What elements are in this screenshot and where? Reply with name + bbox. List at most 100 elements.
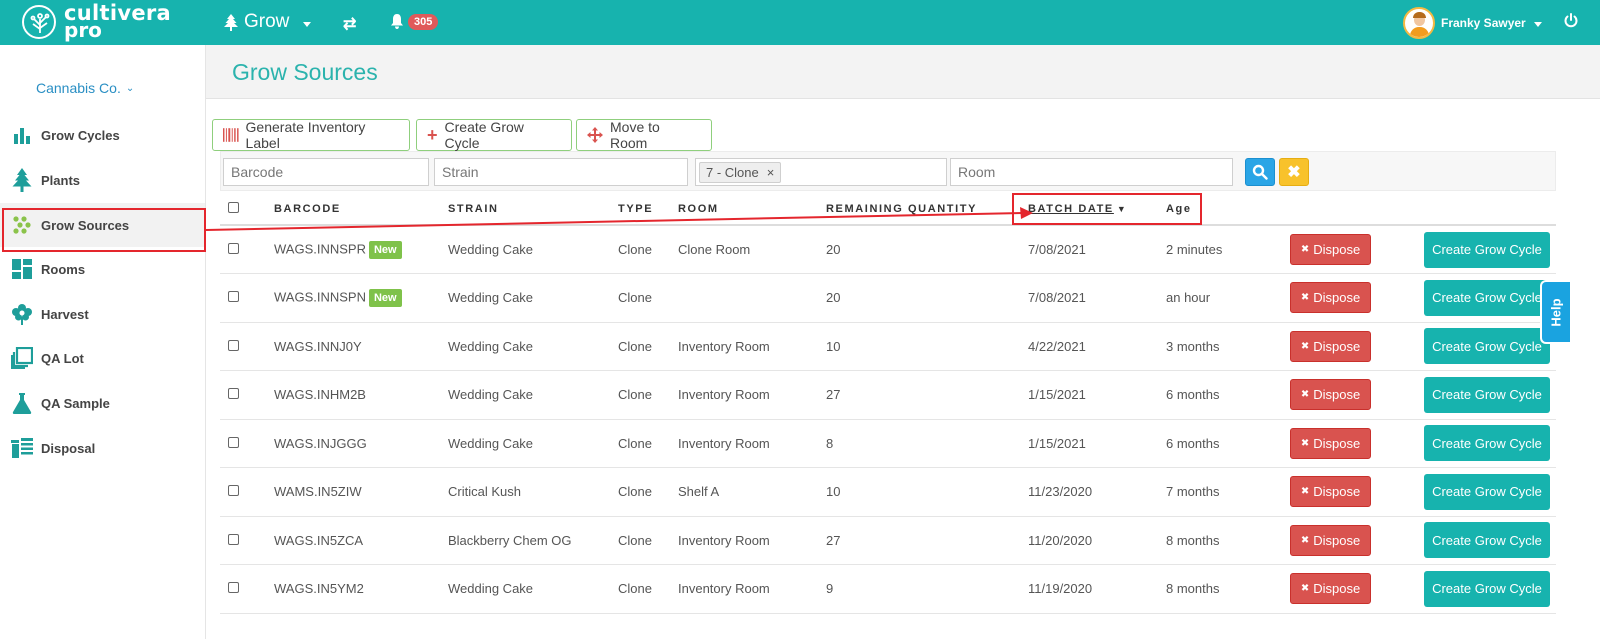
room-filter-input[interactable] bbox=[950, 158, 1233, 186]
sidebar-item-grow-cycles[interactable]: Grow Cycles bbox=[0, 113, 205, 157]
dispose-button[interactable]: ✖ Dispose bbox=[1290, 234, 1371, 265]
strain-cell: Critical Kush bbox=[448, 467, 618, 517]
barcode-cell: WAMS.IN5ZIW bbox=[274, 467, 448, 517]
user-menu[interactable]: Franky Sawyer bbox=[1403, 7, 1542, 39]
dispose-cell: ✖ Dispose bbox=[1290, 419, 1424, 468]
create-grow-cycle-row-button[interactable]: Create Grow Cycle bbox=[1424, 522, 1550, 559]
move-to-room-button[interactable]: Move to Room bbox=[576, 119, 712, 151]
create-grow-cycle-button[interactable]: + Create Grow Cycle bbox=[416, 119, 572, 151]
row-select-cell bbox=[220, 322, 274, 371]
create-grow-cycle-row-button[interactable]: Create Grow Cycle bbox=[1424, 231, 1550, 268]
barcode-value[interactable]: WAGS.INNSPN bbox=[274, 289, 366, 304]
barcode-value[interactable]: WAGS.INHM2B bbox=[274, 387, 366, 402]
new-badge: New bbox=[368, 240, 402, 259]
dispose-button[interactable]: ✖ Dispose bbox=[1290, 573, 1371, 605]
swap-icon[interactable]: ⇄ bbox=[343, 14, 356, 34]
dispose-button[interactable]: ✖ Dispose bbox=[1290, 476, 1371, 508]
close-icon: ✖ bbox=[1300, 389, 1310, 401]
table-row[interactable]: WAGS.INNSPN New Wedding Cake Clone 20 7/08/20… bbox=[220, 273, 1556, 323]
help-tab[interactable]: Help bbox=[1540, 280, 1570, 344]
page-title: Grow Sources bbox=[232, 59, 378, 85]
grid-icon bbox=[10, 257, 34, 281]
row-checkbox[interactable] bbox=[228, 485, 239, 497]
generate-inventory-label-button[interactable]: Generate Inventory Label bbox=[212, 119, 410, 151]
type-filter-tag: 7 - Clone × bbox=[699, 161, 782, 183]
table-row[interactable]: WAGS.INHM2B Wedding Cake Clone Inventory Ro… bbox=[220, 370, 1556, 420]
row-checkbox[interactable] bbox=[228, 533, 239, 545]
sidebar-item-harvest[interactable]: Harvest bbox=[0, 292, 205, 336]
strain-filter-input[interactable] bbox=[434, 158, 688, 186]
table-row[interactable]: WAGS.IN5ZCA Blackberry Chem OG Clone Invent… bbox=[220, 516, 1556, 565]
table-row[interactable]: WAMS.IN5ZIW Critical Kush Clone Shelf A 10 11… bbox=[220, 467, 1556, 517]
create-grow-cycle-row-button[interactable]: Create Grow Cycle bbox=[1424, 473, 1550, 510]
dispose-button[interactable]: ✖ Dispose bbox=[1290, 330, 1371, 362]
power-icon[interactable] bbox=[1564, 13, 1578, 33]
dispose-button[interactable]: ✖ Dispose bbox=[1290, 282, 1371, 314]
tree-icon bbox=[224, 13, 238, 31]
barcode-value[interactable]: WAGS.INNJ0Y bbox=[274, 339, 362, 354]
notification-count-badge[interactable]: 305 bbox=[408, 14, 439, 30]
annotation-arrow bbox=[205, 207, 1033, 231]
close-icon: ✖ bbox=[1300, 244, 1310, 255]
company-selector[interactable]: Cannabis Co. ⌄ bbox=[36, 80, 134, 96]
dispose-button[interactable]: ✖ Dispose bbox=[1290, 524, 1371, 556]
grow-sources-table: BARCODE STRAIN TYPE ROOM REMAINING QUANT… bbox=[220, 193, 1556, 614]
barcode-cell: WAGS.INHM2B bbox=[274, 370, 448, 420]
barcode-cell: WAGS.INNJ0Y bbox=[274, 322, 448, 371]
brand-logo[interactable]: cultivera pro bbox=[22, 3, 171, 40]
sidebar-item-qa-sample[interactable]: QA Sample bbox=[0, 381, 205, 425]
barcode-filter-input[interactable] bbox=[223, 158, 429, 186]
row-checkbox[interactable] bbox=[228, 291, 239, 303]
dispose-button[interactable]: ✖ Dispose bbox=[1290, 427, 1371, 459]
row-checkbox[interactable] bbox=[228, 582, 239, 594]
close-icon: ✖ bbox=[1300, 437, 1310, 449]
barcode-value[interactable]: WAGS.INJGGG bbox=[274, 436, 367, 451]
bell-icon[interactable] bbox=[390, 13, 404, 34]
sidebar-item-rooms[interactable]: Rooms bbox=[0, 247, 205, 291]
module-label: Grow bbox=[244, 11, 290, 32]
create-grow-cycle-row-button[interactable]: Create Grow Cycle bbox=[1424, 425, 1550, 462]
type-cell: Clone bbox=[618, 273, 678, 323]
sidebar-item-qa-lot[interactable]: QA Lot bbox=[0, 336, 205, 380]
create-grow-cycle-row-button[interactable]: Create Grow Cycle bbox=[1424, 570, 1550, 607]
type-filter-select[interactable]: 7 - Clone × bbox=[695, 158, 947, 186]
barcode-value[interactable]: WAGS.INNSPR bbox=[274, 241, 366, 256]
create-grow-cycle-row-button[interactable]: Create Grow Cycle bbox=[1424, 376, 1550, 413]
clear-filters-button[interactable]: ✖ bbox=[1279, 158, 1309, 186]
barcode-value[interactable]: WAGS.IN5YM2 bbox=[274, 581, 364, 596]
user-name: Franky Sawyer bbox=[1441, 16, 1526, 30]
sidebar-item-plants[interactable]: Plants bbox=[0, 158, 205, 202]
row-checkbox[interactable] bbox=[228, 436, 239, 448]
dispose-label: Dispose bbox=[1313, 484, 1361, 500]
flask-icon bbox=[10, 391, 34, 415]
row-checkbox[interactable] bbox=[228, 388, 239, 400]
row-checkbox[interactable] bbox=[228, 339, 239, 351]
sidebar-item-disposal[interactable]: Disposal bbox=[0, 426, 205, 470]
dispose-cell: ✖ Dispose bbox=[1290, 322, 1424, 371]
dispose-label: Dispose bbox=[1313, 290, 1361, 306]
table-row[interactable]: WAGS.IN5YM2 Wedding Cake Clone Inventory Ro… bbox=[220, 564, 1556, 614]
table-row[interactable]: WAGS.INJGGG Wedding Cake Clone Inventory Ro… bbox=[220, 419, 1556, 468]
remaining-quantity-cell: 9 bbox=[826, 564, 1028, 614]
sidebar-item-label: Grow Cycles bbox=[41, 127, 120, 143]
remaining-quantity-cell: 27 bbox=[826, 370, 1028, 420]
batch-date-cell: 7/08/2021 bbox=[1028, 225, 1166, 274]
table-row[interactable]: WAGS.INNJ0Y Wedding Cake Clone Inventory Ro… bbox=[220, 322, 1556, 371]
remove-tag-icon[interactable]: × bbox=[767, 165, 775, 180]
create-cell: Create Grow Cycle bbox=[1424, 516, 1556, 565]
row-select-cell bbox=[220, 419, 274, 468]
create-grow-cycle-row-button[interactable]: Create Grow Cycle bbox=[1424, 328, 1550, 365]
search-button[interactable] bbox=[1245, 158, 1275, 186]
dispose-label: Dispose bbox=[1313, 338, 1361, 354]
generate-inventory-label-text: Generate Inventory Label bbox=[245, 119, 366, 151]
tree-icon bbox=[10, 168, 34, 192]
dispose-label: Dispose bbox=[1313, 532, 1361, 548]
module-dropdown[interactable]: Grow bbox=[224, 11, 312, 33]
barcode-value[interactable]: WAMS.IN5ZIW bbox=[274, 484, 362, 499]
search-icon bbox=[1252, 164, 1268, 180]
age-cell: 6 months bbox=[1166, 419, 1290, 468]
barcode-value[interactable]: WAGS.IN5ZCA bbox=[274, 533, 363, 548]
dispose-button[interactable]: ✖ Dispose bbox=[1290, 379, 1371, 411]
create-grow-cycle-row-button[interactable]: Create Grow Cycle bbox=[1424, 279, 1550, 316]
row-checkbox[interactable] bbox=[228, 243, 239, 254]
